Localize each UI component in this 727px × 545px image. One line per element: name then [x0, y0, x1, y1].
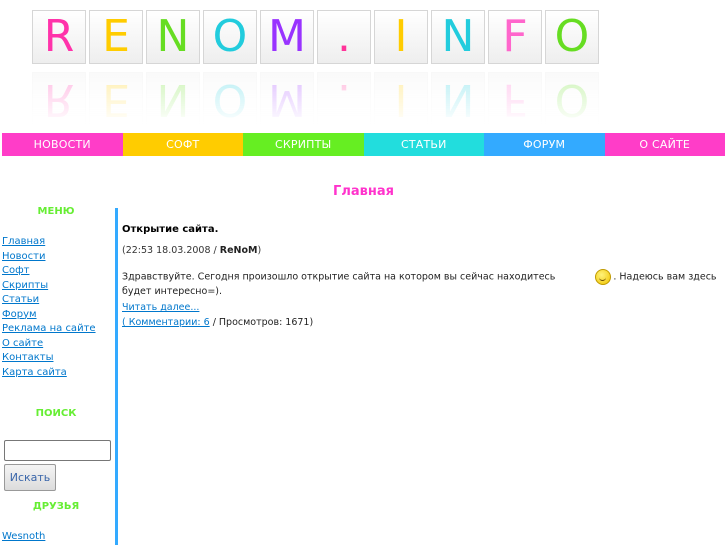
menu-link-4[interactable]: Статьи [2, 294, 39, 305]
menu-link-6[interactable]: Реклама на сайте [2, 323, 96, 334]
logo-reflection-letter-8: F [488, 72, 542, 126]
menu-link-0[interactable]: Главная [2, 236, 45, 247]
logo-reflection-letter-0: R [32, 72, 86, 126]
logo-letter-0: R [32, 10, 86, 64]
menu-link-3[interactable]: Скрипты [2, 280, 48, 291]
nav-item-4[interactable]: ФОРУМ [484, 133, 605, 156]
logo-reflection: RENOM.INFO [32, 66, 692, 126]
post-body: Здравствуйте. Сегодня произошло открытие… [122, 269, 717, 299]
menu-link-8[interactable]: Контакты [2, 352, 53, 363]
page-title: Главная [333, 184, 394, 199]
menu-link-7[interactable]: О сайте [2, 338, 43, 349]
menu-heading: МЕНЮ [37, 206, 75, 217]
logo-letter-6: I [374, 10, 428, 64]
logo-reflection-letter-6: I [374, 72, 428, 126]
sidebar-menu: Главная Новости Софт Скрипты Статьи Форум Рекл… [2, 235, 96, 380]
menu-item: Главная [2, 235, 96, 250]
post-meta: (22:53 18.03.2008 / ReNoM) [122, 245, 261, 256]
logo-reflection-letter-2: N [146, 72, 200, 126]
nav-item-1[interactable]: СОФТ [122, 133, 243, 156]
post-text-start: Здравствуйте. Сегодня произошло открытие… [122, 271, 556, 283]
friends-heading: ДРУЗЬЯ [32, 501, 80, 512]
menu-link-1[interactable]: Новости [2, 251, 45, 262]
nav-item-3[interactable]: СТАТЬИ [363, 133, 484, 156]
search-button[interactable]: Искать [4, 464, 56, 491]
menu-item: Скрипты [2, 279, 96, 294]
post-title: Открытие сайта. [122, 224, 219, 235]
search-heading: ПОИСК [35, 408, 77, 419]
logo-letter-8: F [488, 10, 542, 64]
menu-item: Реклама на сайте [2, 322, 96, 337]
menu-item: Новости [2, 250, 96, 265]
menu-item: Форум [2, 308, 96, 323]
nav-item-5[interactable]: О САЙТЕ [604, 133, 725, 156]
logo-reflection-letter-9: O [545, 72, 599, 126]
post-stats: ( Комментарии: 6 / Просмотров: 1671) [122, 317, 313, 328]
menu-item: Карта сайта [2, 366, 96, 381]
logo-letter-9: O [545, 10, 599, 64]
menu-link-2[interactable]: Софт [2, 265, 29, 276]
logo-letter-1: E [89, 10, 143, 64]
menu-item: Контакты [2, 351, 96, 366]
menu-item: Статьи [2, 293, 96, 308]
main-content: Открытие сайта. (22:53 18.03.2008 / ReNo… [122, 224, 722, 328]
post-meta-close: ) [257, 245, 262, 256]
logo-reflection-letter-4: M [260, 72, 314, 126]
views-count: / Просмотров: 1671) [209, 317, 314, 328]
main-nav: НОВОСТИ СОФТ СКРИПТЫ СТАТЬИ ФОРУМ О САЙТЕ [2, 133, 725, 156]
nav-item-2[interactable]: СКРИПТЫ [243, 133, 364, 156]
comments-link[interactable]: ( Комментарии: 6 [122, 317, 210, 328]
read-more-link[interactable]: Читать далее... [122, 302, 199, 313]
logo-letter-7: N [431, 10, 485, 64]
logo-letter-5: . [317, 10, 371, 64]
logo-reflection-letter-1: E [89, 72, 143, 126]
post-author: ReNoM [219, 245, 258, 256]
post-date: (22:53 18.03.2008 / [122, 245, 220, 256]
logo-reflection-letter-3: O [203, 72, 257, 126]
search-input[interactable] [4, 440, 111, 461]
logo-reflection-letter-7: N [431, 72, 485, 126]
menu-link-9[interactable]: Карта сайта [2, 367, 67, 378]
site-header: RENOM.INFO RENOM.INFO [0, 0, 727, 130]
site-logo[interactable]: RENOM.INFO [32, 10, 692, 70]
nav-item-0[interactable]: НОВОСТИ [2, 133, 123, 156]
logo-letter-2: N [146, 10, 200, 64]
menu-item: О сайте [2, 337, 96, 352]
menu-link-5[interactable]: Форум [2, 309, 37, 320]
menu-item: Софт [2, 264, 96, 279]
sidebar-divider [115, 208, 118, 545]
smiley-icon [595, 269, 612, 285]
friend-link-wesnoth[interactable]: Wesnoth [2, 531, 45, 542]
logo-reflection-letter-5: . [317, 72, 371, 126]
logo-letter-4: M [260, 10, 314, 64]
logo-letter-3: O [203, 10, 257, 64]
